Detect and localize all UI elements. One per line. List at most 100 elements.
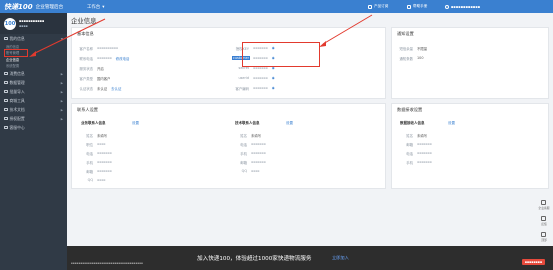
product-subscribe-link[interactable]: 产品订阅 — [368, 3, 388, 10]
chevron-right-icon: ▶ — [60, 116, 63, 121]
contact-row: 手机 ▪▪▪▪▪▪▪ — [86, 160, 112, 165]
logo-mark: 快递100 — [4, 2, 33, 11]
sidebar-item-consumption[interactable]: 消费信息 ▶ — [0, 69, 67, 78]
database-icon — [4, 80, 8, 85]
logo[interactable]: 快递100 企业管理后台 — [4, 2, 63, 11]
sidebar-item-label: 批量导入 — [9, 88, 25, 94]
receiver-row: 邮箱 ▪▪▪▪▪▪▪ — [406, 142, 432, 147]
notify-settings-panel: 通知设置 短信余量 不限量 通知条数 100 — [391, 27, 549, 99]
notify-row-sms: 短信余量 不限量 — [399, 47, 428, 51]
tool-icon — [4, 98, 8, 103]
business-contact-set-link[interactable]: 设置 — [132, 121, 139, 126]
logo-subtitle: 企业管理后台 — [35, 4, 64, 10]
receiver-row: 姓名 未填写 — [406, 134, 428, 138]
chevron-down-icon: ▾ — [102, 4, 105, 10]
page-title: 企业信息 — [71, 17, 97, 25]
tech-contact-heading: 技术联系人信息 — [235, 121, 260, 125]
banner-join-link[interactable]: 立即加入 — [332, 255, 349, 261]
sidebar-item-import[interactable]: 批量导入 ▶ — [0, 87, 67, 96]
import-icon — [4, 89, 8, 94]
eye-icon[interactable]: ◉ — [272, 76, 275, 80]
feedback-button[interactable]: 反馈 — [541, 216, 547, 226]
contact-settings-panel: 联系人设置 业务联系人信息 设置 姓名 未填写 职位 ▪▪▪▪ 电话 ▪▪▪▪▪▪▪ … — [71, 103, 386, 189]
floating-toolbar: 企业客服 反馈 顶部 — [536, 200, 552, 242]
receiver-set-link[interactable]: 设置 — [448, 121, 455, 126]
receiver-heading: 数据接收人信息 — [400, 121, 425, 125]
contact-row: 邮箱 ▪▪▪▪▪▪▪ — [86, 169, 112, 174]
chevron-down-icon: ▼ — [60, 36, 63, 41]
info-row-auth-status: 认证状态 未认证 去认证 — [79, 86, 122, 91]
chevron-right-icon: ▶ — [60, 80, 63, 85]
sidebar-item-tools[interactable]: 商城工具 ▶ — [0, 96, 67, 105]
user-menu[interactable]: ▪▪▪▪▪▪▪▪▪▪▪▪ — [445, 3, 480, 10]
verify-link[interactable]: 去认证 — [111, 86, 121, 91]
help-icon — [407, 4, 411, 9]
basic-info-panel: 基本信息 客户名称 ▪▪▪▪▪▪▪▪▪▪ 联系电话 ▪▪▪▪▪▪▪ 修改电话 服… — [71, 27, 386, 99]
tech-contact-set-link[interactable]: 设置 — [286, 121, 293, 126]
highlight-box-keys — [242, 42, 320, 67]
doc-icon — [4, 107, 8, 112]
info-row-customer-type: 客户类型 国内客户 — [79, 77, 111, 81]
sidebar-item-docs[interactable]: 技术文档 ▶ — [0, 105, 67, 114]
console-menu[interactable]: 工作台 ▾ — [87, 4, 105, 11]
contact-row: QQ ▪▪▪▪ — [241, 169, 260, 173]
receiver-settings-panel: 数据接收设置 数据接收人信息 设置 姓名 未填写 邮箱 ▪▪▪▪▪▪▪ 电话 ▪▪▪▪… — [391, 103, 549, 189]
contact-row: 职位 ▪▪▪▪ — [86, 142, 106, 147]
help-label: 帮助手册 — [413, 4, 428, 8]
sidebar-item-label: 授权配置 — [9, 115, 25, 121]
company-name: ▪▪▪▪▪▪▪▪▪▪▪ — [19, 19, 45, 23]
info-row-phone: 联系电话 ▪▪▪▪▪▪▪ 修改电话 — [79, 56, 130, 61]
service-icon — [4, 125, 8, 130]
customer-service-button[interactable]: 企业客服 — [538, 200, 550, 210]
account-status: ▪▪▪▪ — [19, 24, 28, 28]
notify-title: 通知设置 — [397, 31, 414, 36]
chevron-right-icon: ▶ — [60, 71, 63, 76]
banner-action-button[interactable]: ▪▪▪▪▪▪▪▪ — [521, 259, 545, 265]
product-label: 产品订阅 — [374, 4, 389, 8]
auth-icon — [4, 116, 8, 121]
contact-title: 联系人设置 — [77, 107, 98, 112]
banner-text: 加入快递100，体验超过1000家快递物流服务 — [197, 256, 312, 262]
eye-icon[interactable]: ◉ — [272, 86, 275, 91]
contact-row: 手机 ▪▪▪▪▪▪▪ — [240, 151, 266, 156]
user-card-icon — [4, 36, 8, 41]
product-icon — [368, 4, 372, 9]
back-to-top-button[interactable]: 顶部 — [541, 232, 547, 242]
contact-row: 姓名 未填写 — [240, 134, 262, 138]
chevron-right-icon: ▶ — [60, 98, 63, 103]
edit-phone-link[interactable]: 修改电话 — [116, 56, 130, 61]
basic-info-title: 基本信息 — [77, 31, 94, 36]
business-contact-heading: 业务联系人信息 — [81, 121, 106, 125]
sidebar-item-label: 技术文档 — [9, 106, 25, 112]
sidebar-item-label: 商城工具 — [9, 97, 25, 103]
contact-row: 邮箱 ▪▪▪▪▪▪▪ — [240, 160, 266, 165]
info-row-service-status: 服务状态 开启 — [79, 67, 104, 71]
sidebar-item-label: 我的信息 — [9, 35, 25, 41]
sidebar-item-label: 数据管理 — [9, 79, 25, 85]
top-bar: 快递100 企业管理后台 工作台 ▾ 产品订阅 帮助手册 ▪▪▪▪▪▪▪▪▪▪▪… — [0, 0, 553, 13]
receiver-row: 手机 ▪▪▪▪▪▪▪ — [406, 160, 432, 165]
feedback-icon — [541, 216, 547, 221]
chevron-right-icon: ▶ — [60, 107, 63, 112]
sidebar-item-label: 消费信息 — [9, 70, 25, 76]
sidebar-item-my-info[interactable]: 我的信息 ▼ — [0, 34, 67, 43]
contact-row: 电话 ▪▪▪▪▪▪▪ — [86, 151, 112, 156]
sidebar-item-service[interactable]: 客服中心 — [0, 123, 67, 132]
key-row-userid: userid ▪▪▪▪▪▪▪ ◉ — [238, 76, 275, 80]
receiver-title: 数据接收设置 — [397, 107, 423, 112]
key-row-customer-code: 客户编码 ▪▪▪▪▪▪▪ ◉ — [235, 86, 275, 91]
sidebar-item-auth[interactable]: 授权配置 ▶ — [0, 114, 67, 123]
top-icon — [541, 232, 547, 237]
sidebar-item-data[interactable]: 数据管理 ▶ — [0, 78, 67, 87]
receiver-row: 电话 ▪▪▪▪▪▪▪ — [406, 151, 432, 156]
help-link[interactable]: 帮助手册 — [407, 3, 427, 10]
user-label: ▪▪▪▪▪▪▪▪▪▪▪▪ — [451, 4, 481, 9]
banner-notice: ▪▪▪▪▪▪▪▪▪▪▪▪▪▪▪▪▪▪▪▪▪▪▪▪▪▪▪▪▪▪▪▪▪▪▪▪▪▪ — [71, 261, 144, 265]
wallet-icon — [4, 71, 8, 76]
sidebar-item-label: 客服中心 — [9, 124, 25, 130]
promo-banner: 加入快递100，体验超过1000家快递物流服务 立即加入 ▪▪▪▪▪▪▪▪▪▪▪… — [67, 246, 553, 270]
sidebar-profile: 100 ▪▪▪▪▪▪▪▪▪▪▪ ▪▪▪▪ — [0, 13, 67, 34]
info-row-customer-name: 客户名称 ▪▪▪▪▪▪▪▪▪▪ — [79, 46, 118, 51]
chevron-right-icon: ▶ — [60, 89, 63, 94]
console-label: 工作台 — [87, 5, 101, 10]
